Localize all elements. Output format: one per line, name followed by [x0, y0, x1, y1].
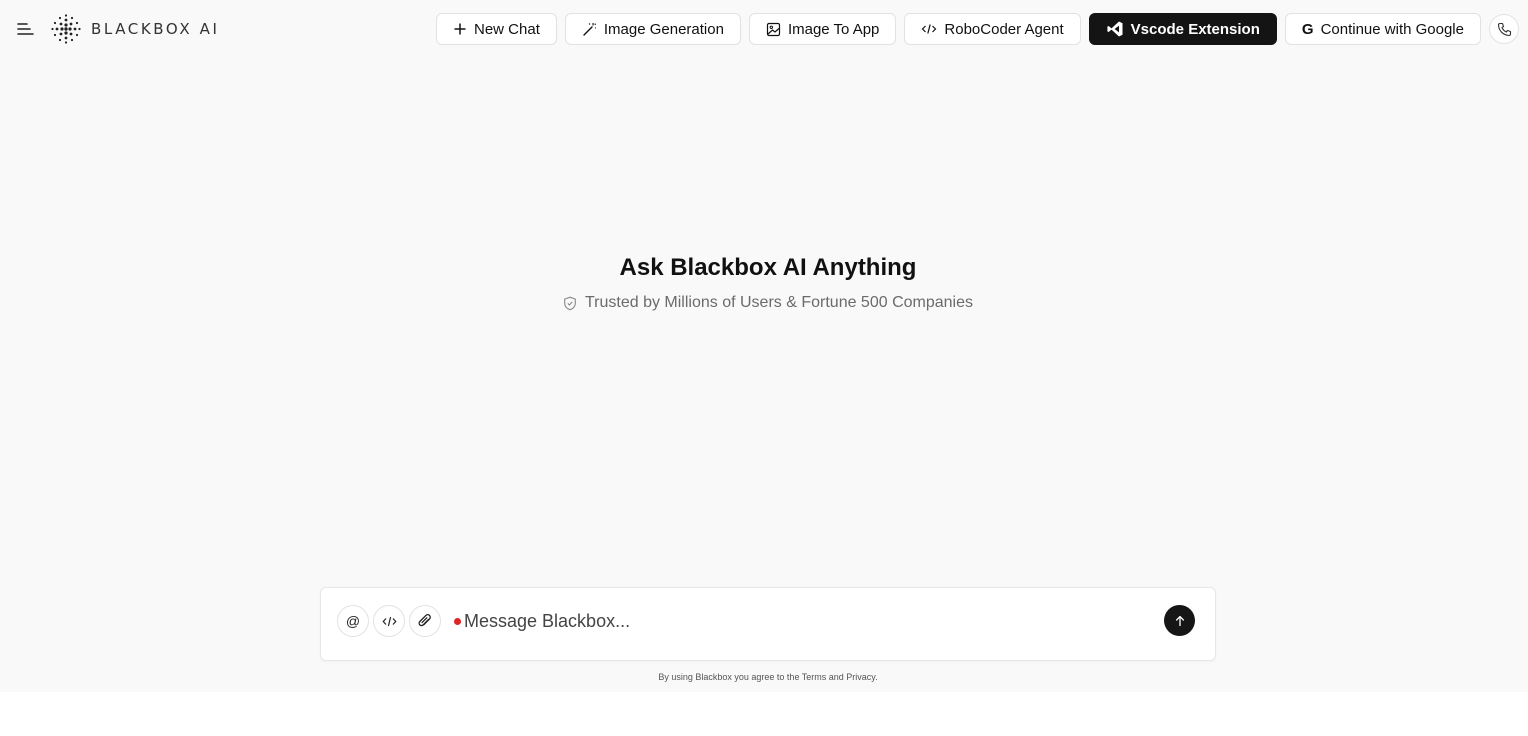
phone-button[interactable]	[1489, 14, 1519, 44]
robocoder-agent-button[interactable]: RoboCoder Agent	[904, 13, 1081, 45]
code-icon	[381, 616, 397, 626]
send-button[interactable]	[1164, 605, 1195, 636]
phone-icon	[1497, 22, 1511, 36]
trust-text: Trusted by Millions of Users & Fortune 5…	[584, 294, 973, 311]
plus-icon	[454, 23, 466, 35]
brand-logo[interactable]: BLACKBOX AI	[50, 12, 220, 46]
legal-notice: By using Blackbox you agree to the Terms…	[658, 672, 878, 682]
new-chat-label: New Chat	[474, 20, 540, 38]
google-icon: G	[1301, 20, 1314, 38]
attach-button[interactable]	[409, 605, 441, 637]
mention-button[interactable]: @	[337, 605, 369, 637]
top-nav: New Chat Image Generation Image To App R…	[436, 13, 1519, 45]
logo-text: BLACKBOX AI	[91, 20, 220, 38]
vscode-icon	[1107, 21, 1123, 37]
message-composer: @	[320, 587, 1216, 661]
code-mode-button[interactable]	[373, 605, 405, 637]
image-icon	[766, 22, 781, 36]
vscode-extension-label: Vscode Extension	[1130, 20, 1260, 38]
page-title: Ask Blackbox AI Anything	[619, 254, 917, 281]
logo-mark-icon	[51, 14, 81, 44]
image-to-app-label: Image To App	[787, 20, 880, 38]
trust-line: Trusted by Millions of Users & Fortune 5…	[0, 294, 1528, 312]
image-generation-button[interactable]: Image Generation	[564, 13, 741, 45]
message-input[interactable]	[464, 608, 1154, 634]
code-icon	[922, 24, 937, 34]
arrow-up-icon	[1175, 615, 1184, 626]
image-to-app-button[interactable]: Image To App	[748, 13, 897, 45]
vscode-extension-button[interactable]: Vscode Extension	[1088, 13, 1277, 45]
menu-icon[interactable]	[14, 18, 36, 40]
robocoder-agent-label: RoboCoder Agent	[944, 20, 1064, 38]
paperclip-icon	[418, 614, 431, 627]
at-icon: @	[345, 613, 361, 629]
new-chat-button[interactable]: New Chat	[436, 13, 557, 45]
image-generation-label: Image Generation	[603, 20, 724, 38]
top-header: BLACKBOX AI New Chat Image Generation Im…	[0, 0, 1528, 58]
status-dot	[454, 618, 461, 625]
magic-wand-icon	[583, 22, 596, 36]
continue-with-google-button[interactable]: G Continue with Google	[1284, 13, 1481, 45]
shield-check-icon	[564, 296, 576, 310]
app-shell: BLACKBOX AI New Chat Image Generation Im…	[0, 0, 1528, 692]
continue-with-google-label: Continue with Google	[1320, 20, 1464, 38]
